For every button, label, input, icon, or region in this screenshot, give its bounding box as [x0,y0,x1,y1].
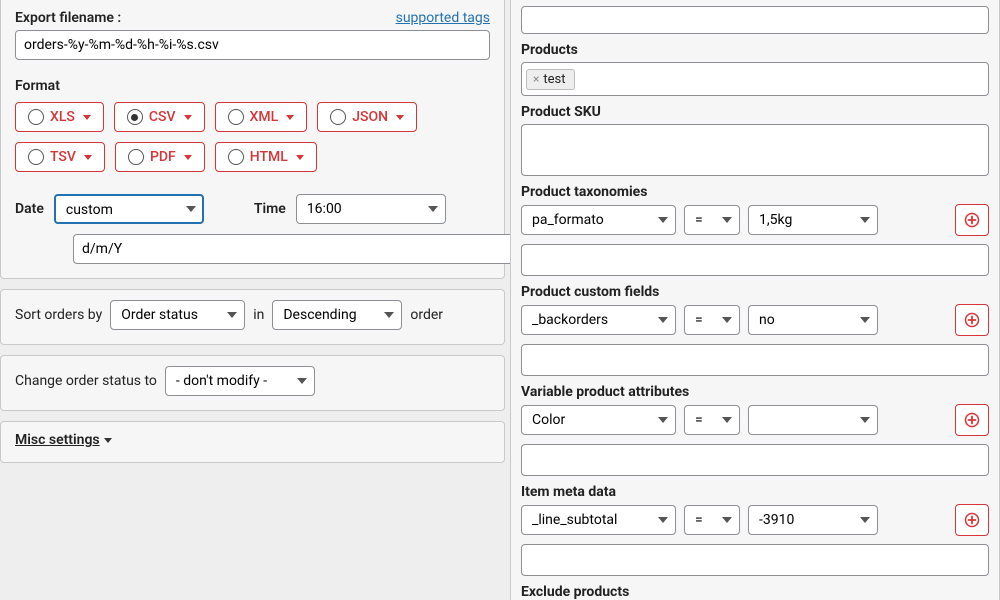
product-tag[interactable]: × test [526,69,575,90]
format-option-tsv[interactable]: TSV [15,142,105,172]
custom-fields-label: Product custom fields [521,284,989,300]
products-tagbox[interactable]: × test [521,62,989,96]
cf-op-select[interactable]: = [684,305,740,335]
cf-value-select[interactable]: no [748,305,878,335]
format-option-label: PDF [150,149,176,165]
format-option-label: HTML [250,149,288,165]
date-select[interactable]: custom [54,194,204,224]
im-field-select[interactable]: _line_subtotal [521,505,676,535]
product-tag-label: test [543,72,565,87]
time-select[interactable]: 16:00 [296,194,446,224]
sku-box[interactable] [521,124,989,176]
chevron-down-icon [184,115,192,120]
va-op-select[interactable]: = [684,405,740,435]
exclude-label: Exclude products [521,584,989,600]
tax-add-button[interactable] [955,204,989,236]
misc-settings-toggle[interactable]: Misc settings [15,432,112,448]
filename-format-panel: Export filename : supported tags Format … [0,0,505,279]
plus-icon [964,312,980,328]
custom-fields-row: _backorders = no [521,304,989,336]
format-option-label: XML [250,109,279,125]
format-option-label: XLS [50,109,75,125]
products-label: Products [521,42,989,58]
radio-icon [128,149,144,165]
im-add-button[interactable] [955,504,989,536]
var-attr-label: Variable product attributes [521,384,989,400]
sort-panel: Sort orders by Order status in Descendin… [0,289,505,345]
format-label: Format [15,78,490,94]
im-op-select[interactable]: = [684,505,740,535]
date-format-input[interactable] [73,234,548,264]
format-option-pdf[interactable]: PDF [115,142,205,172]
radio-icon [127,109,143,125]
misc-panel: Misc settings [0,421,505,463]
taxonomies-row: pa_formato = 1,5kg [521,204,989,236]
format-option-json[interactable]: JSON [317,102,417,132]
format-option-label: CSV [149,109,176,125]
cf-field-select[interactable]: _backorders [521,305,676,335]
format-option-xml[interactable]: XML [215,102,308,132]
filename-label: Export filename : [15,10,121,26]
chevron-down-icon [104,438,112,443]
va-field-select[interactable]: Color [521,405,676,435]
sort-direction-select[interactable]: Descending [272,300,402,330]
va-result-box[interactable] [521,444,989,476]
format-option-csv[interactable]: CSV [114,102,205,132]
sku-label: Product SKU [521,104,989,120]
sort-order-text: order [410,307,443,323]
tax-value-select[interactable]: 1,5kg [748,205,878,235]
plus-icon [964,212,980,228]
radio-icon [228,109,244,125]
top-empty-box[interactable] [521,6,989,34]
chevron-down-icon [296,155,304,160]
cf-add-button[interactable] [955,304,989,336]
cf-result-box[interactable] [521,344,989,376]
supported-tags-link[interactable]: supported tags [396,10,490,26]
item-meta-label: Item meta data [521,484,989,500]
filename-input[interactable] [15,30,490,60]
item-meta-row: _line_subtotal = -3910 [521,504,989,536]
plus-icon [964,412,980,428]
va-value-select[interactable] [748,405,878,435]
format-option-label: JSON [352,109,388,125]
time-label: Time [254,201,286,217]
radio-icon [330,109,346,125]
im-value-select[interactable]: -3910 [748,505,878,535]
chevron-down-icon [184,155,192,160]
tax-result-box[interactable] [521,244,989,276]
format-option-html[interactable]: HTML [215,142,317,172]
chevron-down-icon [83,115,91,120]
remove-tag-icon[interactable]: × [533,72,539,86]
date-label: Date [15,201,44,217]
radio-icon [228,149,244,165]
plus-icon [964,512,980,528]
sort-in-text: in [253,307,264,323]
taxonomies-label: Product taxonomies [521,184,989,200]
sort-label: Sort orders by [15,307,102,323]
misc-settings-label: Misc settings [15,432,100,448]
format-option-xls[interactable]: XLS [15,102,104,132]
tax-field-select[interactable]: pa_formato [521,205,676,235]
change-status-panel: Change order status to - don't modify - [0,355,505,411]
change-status-label: Change order status to [15,373,157,389]
radio-icon [28,149,44,165]
chevron-down-icon [84,155,92,160]
format-option-label: TSV [50,149,76,165]
chevron-down-icon [396,115,404,120]
change-status-select[interactable]: - don't modify - [165,366,315,396]
va-add-button[interactable] [955,404,989,436]
product-filter-panel: Products × test Product SKU Product taxo… [510,0,1000,600]
radio-icon [28,109,44,125]
sort-field-select[interactable]: Order status [110,300,245,330]
tax-op-select[interactable]: = [684,205,740,235]
var-attr-row: Color = [521,404,989,436]
im-result-box[interactable] [521,544,989,576]
chevron-down-icon [286,115,294,120]
